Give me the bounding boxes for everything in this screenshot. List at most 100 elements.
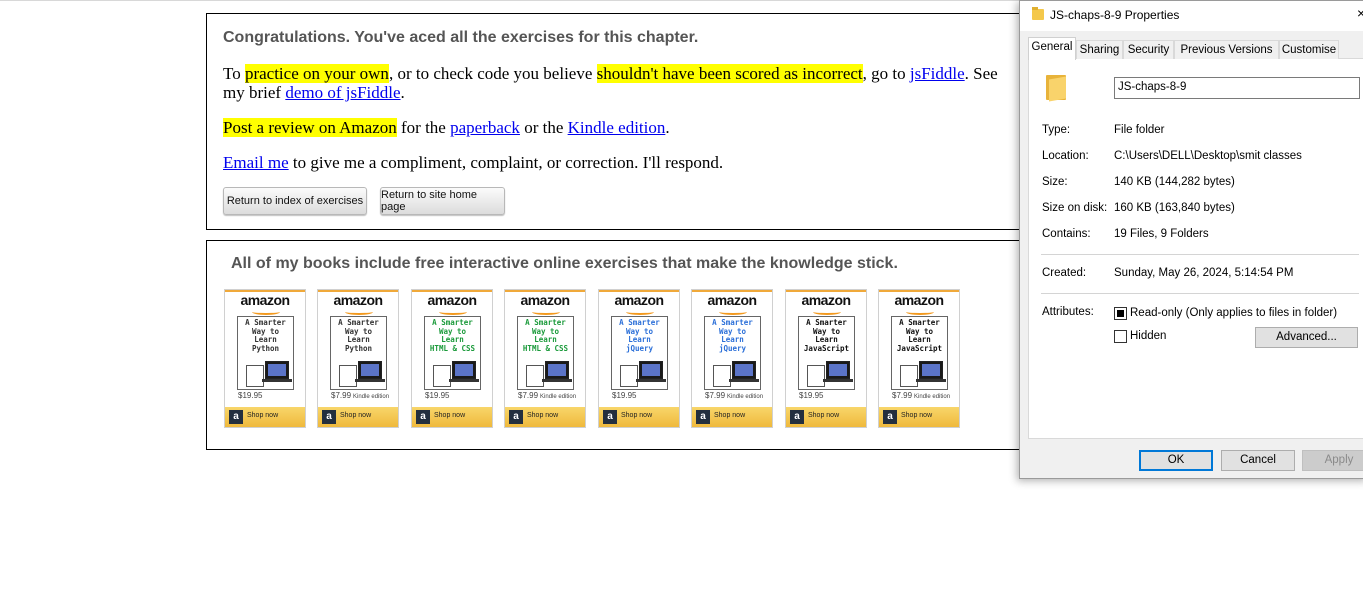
return-to-home-button[interactable]: Return to site home page (380, 187, 505, 215)
book-price: $7.99 Kindle edition (705, 391, 763, 400)
book-title-line: Python (344, 343, 373, 353)
tablet-icon (900, 365, 918, 387)
book-card[interactable]: amazon A Smarter Way to Learn jQuery $19.95 a S… (598, 289, 680, 428)
amazon-logo: amazon (707, 292, 757, 308)
type-label: Type: (1042, 124, 1071, 136)
book-cover-title: A Smarter Way to Learn jQuery (705, 318, 760, 353)
tablet-icon (526, 365, 544, 387)
ok-button[interactable]: OK (1139, 450, 1213, 471)
book-price: $19.95 (799, 391, 825, 400)
general-tab-panel (1028, 58, 1363, 439)
amazon-logo: amazon (427, 292, 477, 308)
close-icon[interactable]: × (1357, 5, 1363, 21)
kindle-edition-link[interactable]: Kindle edition (568, 118, 666, 137)
separator (1041, 293, 1359, 294)
shop-now-label: Shop now (621, 412, 653, 419)
size-on-disk-label: Size on disk: (1042, 202, 1108, 214)
book-cover[interactable]: A Smarter Way to Learn Python (330, 316, 387, 390)
shop-now-button[interactable]: a Shop now (692, 407, 772, 427)
cancel-button[interactable]: Cancel (1221, 450, 1295, 471)
amazon-smile-icon (906, 309, 934, 315)
advanced-button[interactable]: Advanced... (1255, 327, 1358, 348)
book-cover[interactable]: A Smarter Way to Learn Python (237, 316, 294, 390)
apply-button[interactable]: Apply (1302, 450, 1363, 471)
size-label: Size: (1042, 176, 1068, 188)
book-cover-title: A Smarter Way to Learn HTML & CSS (425, 318, 480, 353)
shop-now-button[interactable]: a Shop now (412, 407, 492, 427)
book-card[interactable]: amazon A Smarter Way to Learn jQuery $7.99 Kin… (691, 289, 773, 428)
book-title-line: HTML & CSS (429, 343, 476, 353)
book-cover[interactable]: A Smarter Way to Learn jQuery (704, 316, 761, 390)
price-value: $19.95 (799, 391, 824, 400)
book-price: $7.99 Kindle edition (331, 391, 389, 400)
book-cover[interactable]: A Smarter Way to Learn jQuery (611, 316, 668, 390)
size-value: 140 KB (144,282 bytes) (1114, 176, 1235, 188)
amazon-logo: amazon (333, 292, 383, 308)
book-cover-title: A Smarter Way to Learn HTML & CSS (518, 318, 573, 353)
book-cover[interactable]: A Smarter Way to Learn JavaScript (891, 316, 948, 390)
edition-label: Kindle edition (727, 394, 764, 400)
laptop-base-icon (916, 379, 946, 382)
amazon-smile-icon (532, 309, 560, 315)
laptop-icon (545, 361, 569, 379)
paperback-link[interactable]: paperback (450, 118, 520, 137)
hidden-checkbox[interactable] (1114, 330, 1127, 343)
laptop-icon (639, 361, 663, 379)
tab-security[interactable]: Security (1123, 40, 1174, 59)
readonly-checkbox[interactable] (1114, 307, 1127, 320)
book-card[interactable]: amazon A Smarter Way to Learn JavaScript $19.… (785, 289, 867, 428)
book-card[interactable]: amazon A Smarter Way to Learn HTML & CSS $19.… (411, 289, 493, 428)
book-card[interactable]: amazon A Smarter Way to Learn JavaScript $7.9… (878, 289, 960, 428)
amazon-smile-icon (252, 309, 280, 315)
folder-icon (1046, 73, 1066, 102)
tab-sharing[interactable]: Sharing (1076, 40, 1123, 59)
edition-label: Kindle edition (353, 394, 390, 400)
book-price: $19.95 (238, 391, 264, 400)
book-title-line: Python (251, 343, 280, 353)
highlight-scored-incorrect: shouldn't have been scored as incorrect (596, 64, 863, 83)
book-card[interactable]: amazon A Smarter Way to Learn Python $7.99 Kin… (317, 289, 399, 428)
text: my brief (223, 83, 286, 102)
amazon-smile-icon (345, 309, 373, 315)
tab-customise[interactable]: Customise (1279, 40, 1339, 59)
shop-now-button[interactable]: a Shop now (599, 407, 679, 427)
folder-name-input[interactable]: JS-chaps-8-9 (1114, 77, 1360, 99)
shop-now-label: Shop now (808, 412, 840, 419)
price-value: $19.95 (425, 391, 450, 400)
tab-previous-versions[interactable]: Previous Versions (1174, 40, 1279, 59)
location-value: C:\Users\DELL\Desktop\smit classes (1114, 150, 1302, 162)
shop-now-label: Shop now (901, 412, 933, 419)
title-bar[interactable]: JS-chaps-8-9 Properties × (1020, 1, 1363, 31)
book-cover[interactable]: A Smarter Way to Learn HTML & CSS (424, 316, 481, 390)
book-card[interactable]: amazon A Smarter Way to Learn Python $19.95 a S… (224, 289, 306, 428)
shop-now-button[interactable]: a Shop now (879, 407, 959, 427)
shop-now-button[interactable]: a Shop now (786, 407, 866, 427)
book-price: $19.95 (425, 391, 451, 400)
shop-now-label: Shop now (434, 412, 466, 419)
tablet-icon (339, 365, 357, 387)
tab-general[interactable]: General (1028, 37, 1076, 60)
book-cover[interactable]: A Smarter Way to Learn JavaScript (798, 316, 855, 390)
price-value: $7.99 (705, 391, 726, 400)
book-cover[interactable]: A Smarter Way to Learn HTML & CSS (517, 316, 574, 390)
review-paragraph: Post a review on Amazon for the paperbac… (223, 118, 670, 137)
size-on-disk-value: 160 KB (163,840 bytes) (1114, 202, 1235, 214)
shop-now-button[interactable]: a Shop now (505, 407, 585, 427)
tablet-icon (807, 365, 825, 387)
shop-now-button[interactable]: a Shop now (225, 407, 305, 427)
book-price: $7.99 Kindle edition (892, 391, 950, 400)
shop-now-button[interactable]: a Shop now (318, 407, 398, 427)
edition-label: Kindle edition (914, 394, 951, 400)
email-me-link[interactable]: Email me (223, 153, 289, 172)
return-to-index-button[interactable]: Return to index of exercises (223, 187, 367, 215)
book-title-line: JavaScript (803, 343, 850, 353)
amazon-smile-icon (813, 309, 841, 315)
demo-jsfiddle-link[interactable]: demo of jsFiddle (285, 83, 400, 102)
amazon-a-icon: a (509, 410, 523, 424)
laptop-base-icon (355, 379, 385, 382)
amazon-smile-icon (719, 309, 747, 315)
book-card[interactable]: amazon A Smarter Way to Learn HTML & CSS $7.9… (504, 289, 586, 428)
amazon-smile-icon (439, 309, 467, 315)
amazon-logo: amazon (240, 292, 290, 308)
jsfiddle-link[interactable]: jsFiddle (910, 64, 965, 83)
